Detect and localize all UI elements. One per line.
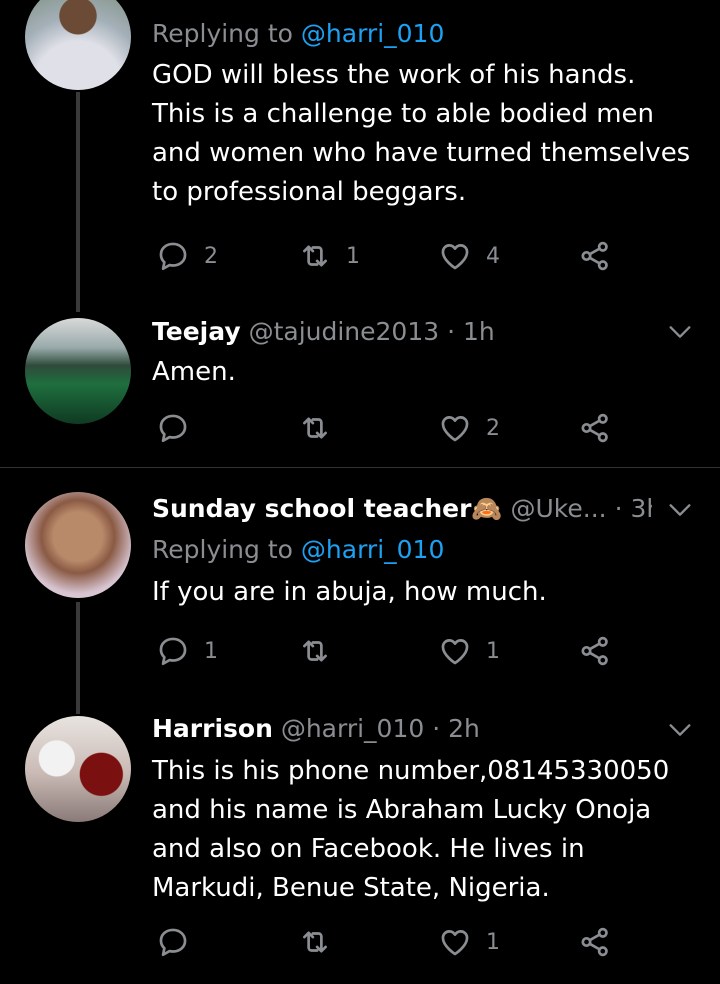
- mention-link[interactable]: @harri_010: [301, 535, 444, 564]
- heart-icon: [438, 411, 472, 445]
- tweet-1[interactable]: Replying to @harri_010 GOD will bless th…: [0, 0, 720, 300]
- share-button[interactable]: [578, 922, 612, 962]
- retweet-count: 1: [346, 243, 360, 269]
- display-name[interactable]: Harrison: [152, 714, 273, 743]
- share-button[interactable]: [578, 408, 612, 448]
- like-count: 1: [486, 638, 500, 664]
- retweet-icon: [298, 411, 332, 445]
- handle[interactable]: @Uke...: [511, 494, 607, 523]
- separator-dot: ·: [432, 714, 441, 743]
- like-button[interactable]: 2: [438, 408, 500, 448]
- reply-button[interactable]: 1: [156, 631, 218, 671]
- reply-icon: [156, 411, 190, 445]
- reply-icon: [156, 634, 190, 668]
- display-name[interactable]: Teejay: [152, 317, 241, 346]
- share-icon: [578, 634, 612, 668]
- avatar[interactable]: [25, 318, 131, 424]
- tweet-header: Teejay @tajudine2013 · 1h: [152, 315, 696, 349]
- avatar[interactable]: [25, 716, 131, 822]
- see-no-evil-monkey-icon: 🙈: [471, 494, 503, 523]
- heart-icon: [438, 925, 472, 959]
- reply-count: 2: [204, 243, 218, 269]
- like-button[interactable]: 1: [438, 922, 500, 962]
- retweet-icon: [298, 634, 332, 668]
- share-icon: [578, 411, 612, 445]
- retweet-button[interactable]: [298, 408, 346, 448]
- separator-dot: ·: [447, 317, 456, 346]
- tweet-text: This is his phone number,08145330050 and…: [152, 756, 670, 903]
- separator-dot: ·: [614, 494, 623, 523]
- reply-button[interactable]: [156, 922, 204, 962]
- share-icon: [578, 239, 612, 273]
- replying-to: Replying to @harri_010: [152, 535, 445, 564]
- timestamp[interactable]: 3h: [630, 494, 652, 523]
- reply-count: 1: [204, 638, 218, 664]
- like-button[interactable]: 4: [438, 236, 500, 276]
- handle[interactable]: @tajudine2013: [249, 317, 440, 346]
- share-icon: [578, 925, 612, 959]
- retweet-button[interactable]: 1: [298, 236, 360, 276]
- timestamp[interactable]: 2h: [448, 714, 480, 743]
- display-name[interactable]: Sunday school teacher: [152, 494, 471, 523]
- share-button[interactable]: [578, 236, 612, 276]
- reply-icon: [156, 239, 190, 273]
- retweet-icon: [298, 239, 332, 273]
- replying-to: Replying to @harri_010: [152, 19, 445, 48]
- like-count: 4: [486, 243, 500, 269]
- like-button[interactable]: 1: [438, 631, 500, 671]
- heart-icon: [438, 239, 472, 273]
- mention-link[interactable]: @harri_010: [301, 19, 444, 48]
- like-count: 2: [486, 415, 500, 441]
- tweet-header: Harrison @harri_010 · 2h: [152, 712, 696, 746]
- tweet-3[interactable]: Sunday school teacher🙈 @Uke... · 3h Repl…: [0, 468, 720, 700]
- reply-icon: [156, 925, 190, 959]
- tweet-text: GOD will bless the work of his hands. Th…: [152, 60, 691, 207]
- tweet-text: Amen.: [152, 357, 236, 387]
- like-count: 1: [486, 929, 500, 955]
- heart-icon: [438, 634, 472, 668]
- tweet-4[interactable]: Harrison @harri_010 · 2h This is his pho…: [0, 700, 720, 984]
- reply-button[interactable]: [156, 408, 204, 448]
- retweet-button[interactable]: [298, 922, 346, 962]
- tweet-header: Sunday school teacher🙈 @Uke... · 3h: [152, 492, 652, 526]
- avatar[interactable]: [25, 492, 131, 598]
- tweet-text: If you are in abuja, how much.: [152, 577, 547, 607]
- avatar[interactable]: [25, 0, 131, 90]
- handle[interactable]: @harri_010: [281, 714, 424, 743]
- retweet-button[interactable]: [298, 631, 346, 671]
- tweet-2[interactable]: Teejay @tajudine2013 · 1h Amen. 2: [0, 300, 720, 466]
- reply-button[interactable]: 2: [156, 236, 218, 276]
- timestamp[interactable]: 1h: [463, 317, 495, 346]
- share-button[interactable]: [578, 631, 612, 671]
- retweet-icon: [298, 925, 332, 959]
